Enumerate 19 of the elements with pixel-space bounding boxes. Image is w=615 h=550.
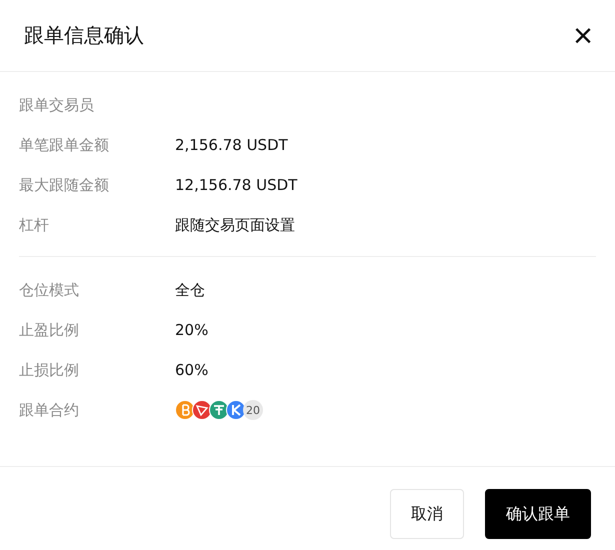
field-value: 60% (175, 361, 208, 379)
field-label: 杠杆 (19, 216, 50, 234)
field-label: 止盈比例 (19, 320, 80, 340)
cancel-button[interactable]: 取消 (390, 489, 464, 539)
field-label: 跟单交易员 (19, 96, 95, 114)
field-value: 12,156.78 USDT (175, 176, 298, 194)
coin-count: 20 (243, 400, 263, 420)
field-value: 2,156.78 USDT (175, 136, 288, 154)
confirm-button[interactable]: 确认跟单 (485, 489, 591, 539)
field-label: 止损比例 (19, 360, 80, 380)
field-value: 全仓 (175, 280, 205, 300)
field-label: 仓位模式 (19, 280, 80, 300)
field-label: 跟单合约 (19, 400, 80, 420)
field-value: 跟随交易页面设置 (175, 216, 295, 234)
dialog-title: 跟单信息确认 (24, 22, 144, 49)
field-value: 20% (175, 321, 208, 339)
field-label: 最大跟随金额 (19, 176, 110, 194)
close-button[interactable]: × (573, 20, 593, 50)
field-label: 单笔跟单金额 (19, 136, 110, 154)
